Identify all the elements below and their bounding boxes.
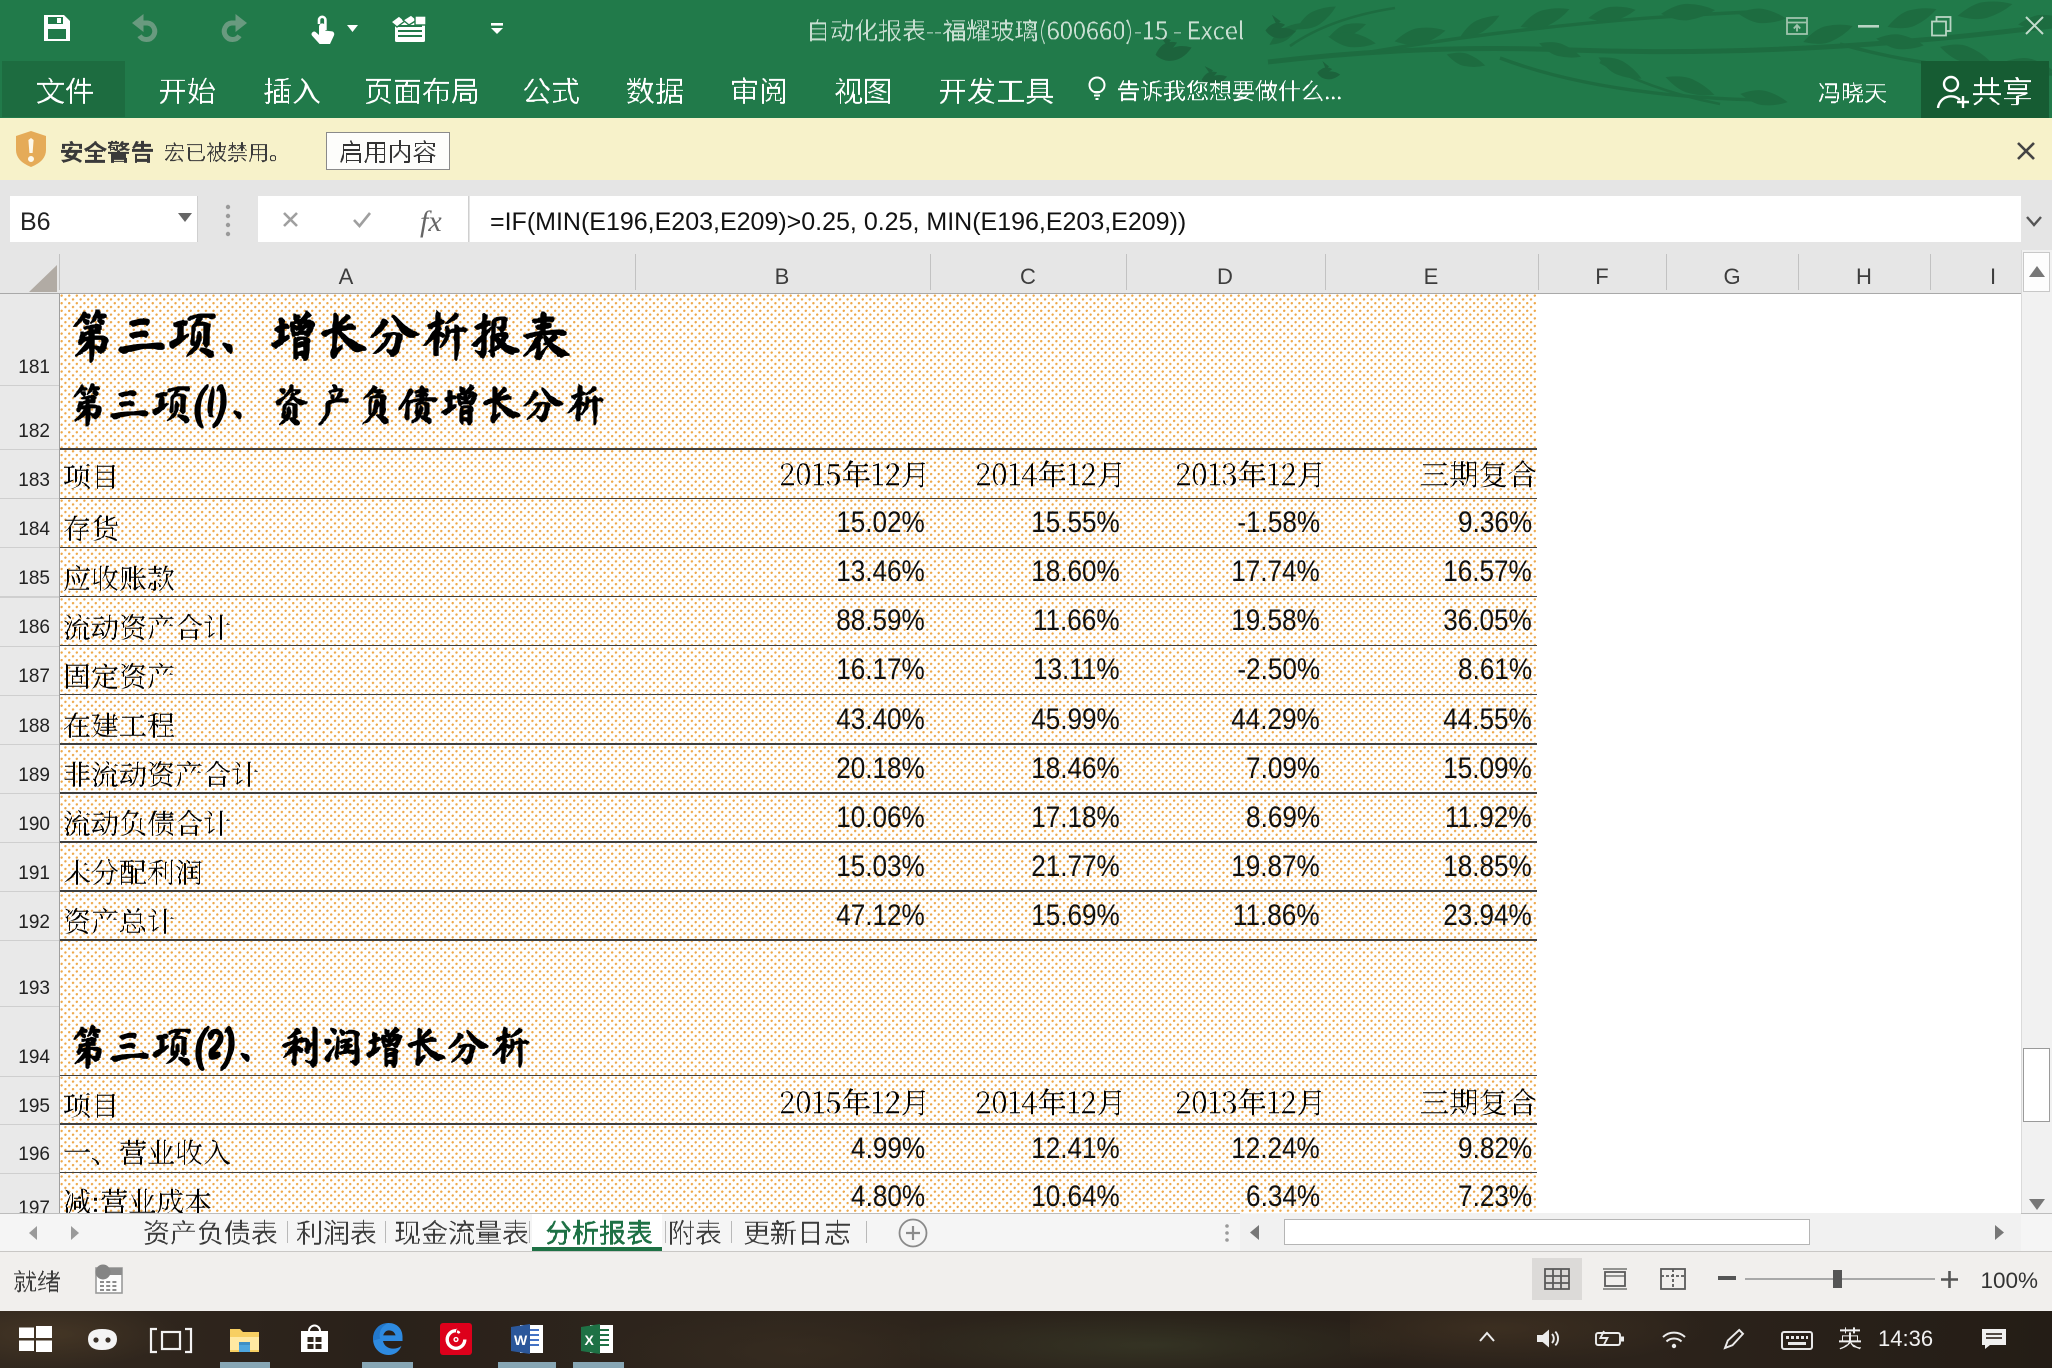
svg-text:X: X (585, 1332, 595, 1348)
svg-text:W: W (514, 1332, 528, 1348)
